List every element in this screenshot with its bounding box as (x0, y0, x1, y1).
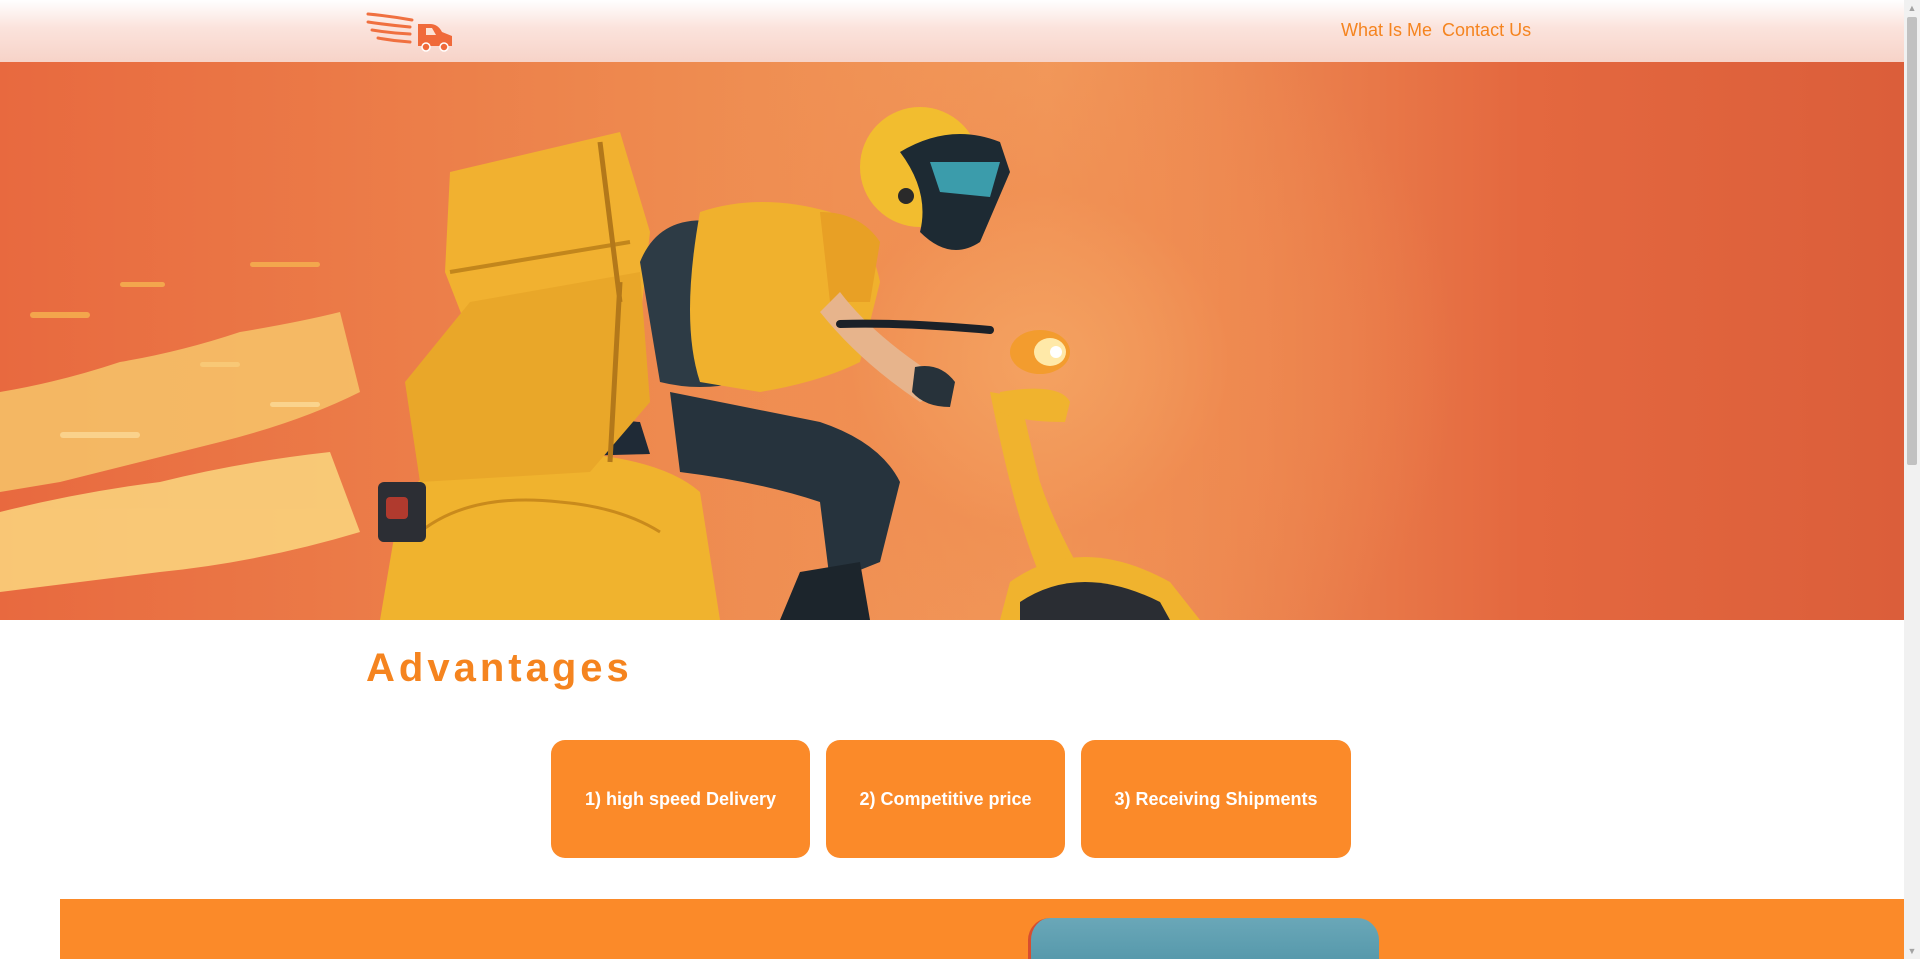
delivery-courier-illustration (0, 107, 1200, 620)
advantages-title: Advantages (366, 646, 633, 690)
site-header: What Is Me Contact Us (0, 0, 1904, 62)
nav-link-what-is-me[interactable]: What Is Me (1341, 20, 1432, 41)
main-nav: What Is Me Contact Us (1341, 20, 1531, 41)
scroll-up-arrow-icon[interactable]: ▲ (1904, 0, 1920, 16)
band-image-card (1028, 918, 1379, 959)
hero-banner (0, 62, 1904, 620)
advantage-card-competitive-price[interactable]: 2) Competitive price (826, 740, 1065, 858)
scroll-thumb[interactable] (1907, 17, 1917, 465)
scroll-down-arrow-icon[interactable]: ▼ (1904, 943, 1920, 959)
info-band (60, 899, 1904, 959)
advantage-card-receiving-shipments[interactable]: 3) Receiving Shipments (1081, 740, 1351, 858)
page: What Is Me Contact Us Advantages 1) high… (0, 0, 1904, 959)
nav-link-contact-us[interactable]: Contact Us (1442, 20, 1531, 41)
page-scrollbar[interactable]: ▲ ▼ (1904, 0, 1920, 959)
advantages-cards: 1) high speed Delivery 2) Competitive pr… (551, 740, 1351, 858)
advantage-card-high-speed-delivery[interactable]: 1) high speed Delivery (551, 740, 810, 858)
delivery-truck-logo-icon[interactable] (366, 10, 456, 52)
